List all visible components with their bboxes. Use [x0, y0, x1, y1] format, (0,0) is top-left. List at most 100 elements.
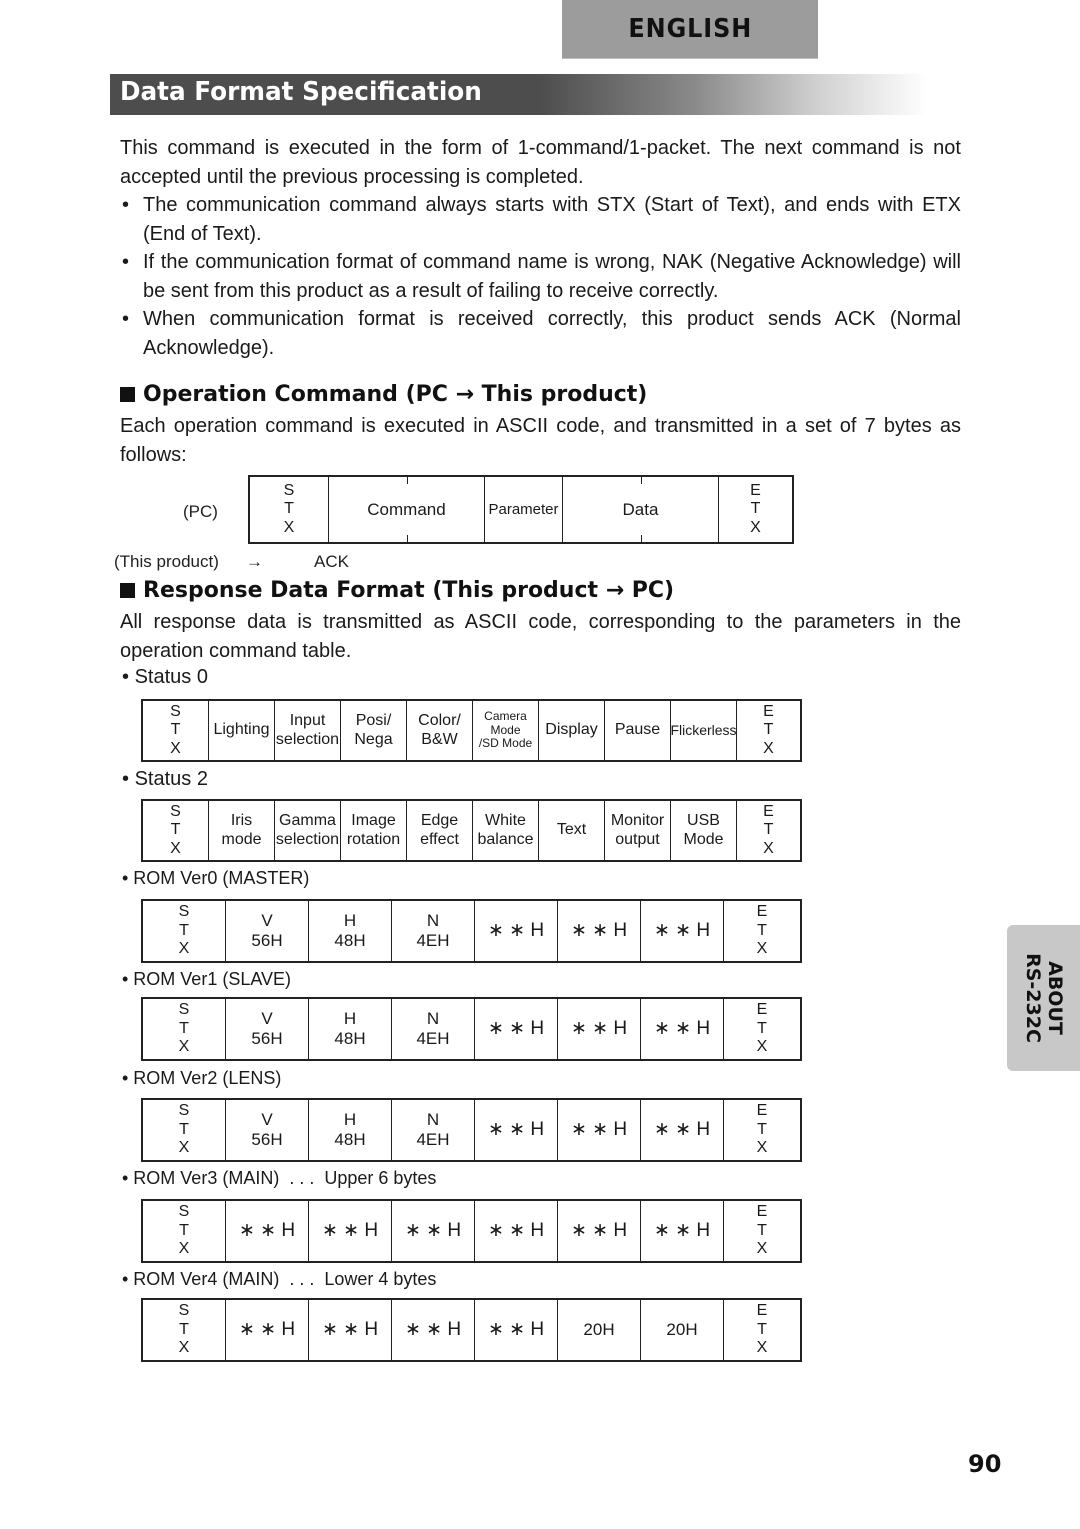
rom-value-cell: H 48H — [309, 1100, 392, 1160]
rom-value-cell-text: ∗ ∗ H — [321, 1220, 379, 1242]
rom-value-cell-text: ∗ ∗ H — [238, 1319, 296, 1341]
rom-value-cell: ∗ ∗ H — [475, 1300, 558, 1360]
etx-cell: ETX — [724, 1100, 800, 1160]
field-cell-text: Monitor output — [610, 812, 665, 848]
stx-cell-letter: X — [178, 940, 190, 958]
rom-value-cell-text: ∗ ∗ H — [404, 1319, 462, 1341]
rom-value-cell: N 4EH — [392, 999, 475, 1059]
section-title: Data Format Specification — [120, 77, 482, 107]
data-cell: Data — [563, 477, 719, 542]
etx-cell-letter: X — [756, 1339, 768, 1357]
field-cell: Gamma selection — [275, 801, 341, 860]
stx-cell-letter: T — [179, 1120, 189, 1138]
heading-text: Response Data Format (This product → PC) — [143, 578, 675, 603]
rom-value-cell: ∗ ∗ H — [475, 1100, 558, 1160]
etx-cell-letter: T — [757, 1019, 767, 1037]
etx-cell-letter: E — [756, 1302, 768, 1320]
bullet-icon: • — [122, 308, 130, 330]
stx-cell-letter: S — [178, 1102, 190, 1120]
etx-cell-letter: T — [757, 1221, 767, 1239]
stx-cell-letter: T — [179, 1221, 189, 1239]
stx-cell: STX — [143, 701, 209, 760]
stx-cell-letter: S — [178, 1203, 190, 1221]
square-bullet-icon — [120, 387, 135, 402]
side-tab-line1: ABOUT — [1043, 961, 1066, 1035]
field-cell-text: Input selection — [275, 712, 340, 748]
field-cell-text: Gamma selection — [275, 812, 340, 848]
field-cell: Text — [539, 801, 605, 860]
response-format-description: All response data is transmitted as ASCI… — [120, 611, 961, 662]
field-cell-text: Camera Mode /SD Mode — [478, 708, 533, 751]
rom-value-cell-text: V 56H — [251, 911, 283, 950]
stx-cell-letter: S — [178, 1001, 190, 1019]
etx-cell-letter: X — [756, 1038, 768, 1056]
rom-value-cell: ∗ ∗ H — [226, 1300, 309, 1360]
stx-cell: STX — [143, 1100, 226, 1160]
rom-value-cell-text: ∗ ∗ H — [570, 1119, 628, 1141]
stx-cell: STX — [143, 1201, 226, 1261]
rom-value-cell-text: H 48H — [334, 911, 366, 950]
intro-block: This command is executed in the form of … — [120, 134, 961, 362]
stx-cell: S T X — [250, 477, 329, 542]
stx-cell: STX — [143, 801, 209, 860]
etx-cell-letter: E — [756, 903, 768, 921]
rom-value-cell: ∗ ∗ H — [392, 1300, 475, 1360]
rom-value-cell: ∗ ∗ H — [558, 901, 641, 961]
etx-cell: ETX — [737, 701, 800, 760]
stx-cell-letter: T — [179, 1019, 189, 1037]
intro-bullet: • The communication command always start… — [120, 191, 961, 248]
field-cell-text: Posi/ Nega — [354, 712, 393, 748]
rom-packet: S T X ∗ ∗ H ∗ ∗ H ∗ ∗ H ∗ ∗ H 20H 20H E T X — [141, 1298, 802, 1362]
rom-value-cell: ∗ ∗ H — [392, 1201, 475, 1261]
data-label: Data — [622, 499, 659, 519]
rom-value-cell-text: ∗ ∗ H — [570, 1018, 628, 1040]
rom-value-cell-text: ∗ ∗ H — [653, 920, 711, 942]
bullet-text: The communication command always starts … — [143, 194, 961, 245]
side-tab-line2: RS-232C — [1021, 953, 1044, 1043]
rom-value-cell: ∗ ∗ H — [475, 901, 558, 961]
side-tab-text: ABOUT RS-232C — [1022, 953, 1066, 1043]
status2-label: • Status 2 — [122, 768, 208, 790]
bullet-text: If the communication format of command n… — [143, 251, 961, 302]
rom-value-cell-text: 20H — [666, 1320, 698, 1340]
etx-cell-letter: E — [756, 1102, 768, 1120]
etx-cell-letter: T — [757, 1320, 767, 1338]
stx-cell-letter: S — [178, 903, 190, 921]
etx-cell-letter: T — [757, 921, 767, 939]
rom-value-cell: ∗ ∗ H — [309, 1201, 392, 1261]
operation-command-heading: Operation Command (PC → This product) — [120, 382, 647, 407]
rom-value-cell-text: ∗ ∗ H — [404, 1220, 462, 1242]
field-cell: Image rotation — [341, 801, 407, 860]
stx-cell-letter: X — [178, 1240, 190, 1258]
field-cell-text: Text — [556, 821, 587, 839]
etx-cell-letter: E — [756, 1203, 768, 1221]
rom-value-cell: ∗ ∗ H — [475, 1201, 558, 1261]
rom-packet: STXV 56H H 48H N 4EH ∗ ∗ H ∗ ∗ H ∗ ∗ HETX — [141, 899, 802, 963]
rom-value-cell-text: V 56H — [251, 1009, 283, 1048]
rom-table-label: • ROM Ver0 (MASTER) — [122, 868, 310, 888]
bullet-text: When communication format is received co… — [143, 308, 961, 359]
rom-value-cell: V 56H — [226, 999, 309, 1059]
rom-value-cell-text: ∗ ∗ H — [238, 1220, 296, 1242]
etx-cell: ETX — [737, 801, 800, 860]
rom-value-cell: ∗ ∗ H — [558, 999, 641, 1059]
about-rs232c-tab[interactable]: ABOUT RS-232C — [1007, 925, 1080, 1071]
etx-cell: ETX — [724, 999, 800, 1059]
etx-cell-letter: X — [763, 839, 774, 857]
stx-s: S — [283, 481, 295, 499]
field-cell: Color/ B&W — [407, 701, 473, 760]
bullet-icon: • — [122, 251, 130, 273]
etx-cell: ETX — [724, 1300, 800, 1360]
field-cell-text: Pause — [614, 721, 661, 739]
stx-x: X — [283, 518, 295, 536]
rom-table-label: • ROM Ver3 (MAIN) . . . Upper 6 bytes — [122, 1168, 437, 1188]
status0-label: • Status 0 — [122, 666, 208, 688]
section-title-bar: Data Format Specification — [110, 74, 970, 115]
rom-packet: STXV 56H H 48H N 4EH ∗ ∗ H ∗ ∗ H ∗ ∗ HETX — [141, 997, 802, 1061]
field-cell-text: USB Mode — [683, 812, 724, 848]
stx-cell-letter: T — [179, 1320, 189, 1338]
rom-packet: STXV 56H H 48H N 4EH ∗ ∗ H ∗ ∗ H ∗ ∗ HETX — [141, 1098, 802, 1162]
rom-value-cell-text: ∗ ∗ H — [653, 1119, 711, 1141]
stx-cell-letter: S — [170, 802, 181, 820]
rom-value-cell: ∗ ∗ H — [226, 1201, 309, 1261]
